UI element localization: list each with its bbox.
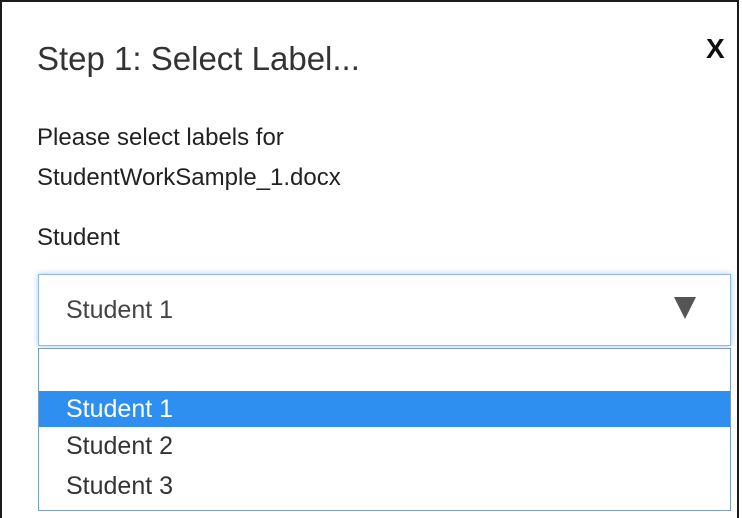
instruction-text: Please select labels for StudentWorkSamp… [37, 118, 677, 198]
close-icon[interactable]: X [706, 33, 725, 65]
student-field-label: Student [37, 224, 120, 251]
student-dropdown-list: Student 1 Student 2 Student 3 [38, 348, 731, 511]
instruction-line-1: Please select labels for [37, 124, 284, 151]
dropdown-option-student-2[interactable]: Student 2 [39, 428, 730, 464]
student-select-value: Student 1 [66, 296, 174, 324]
select-label-dialog: Step 1: Select Label... X Please select … [0, 0, 739, 518]
dropdown-option-student-1[interactable]: Student 1 [39, 391, 730, 427]
dialog-title: Step 1: Select Label... [37, 40, 360, 77]
instruction-filename: StudentWorkSample_1.docx [37, 164, 341, 191]
dropdown-option-student-3[interactable]: Student 3 [39, 468, 730, 504]
student-select[interactable]: Student 1 [38, 274, 731, 346]
dropdown-option-empty[interactable] [39, 355, 730, 391]
